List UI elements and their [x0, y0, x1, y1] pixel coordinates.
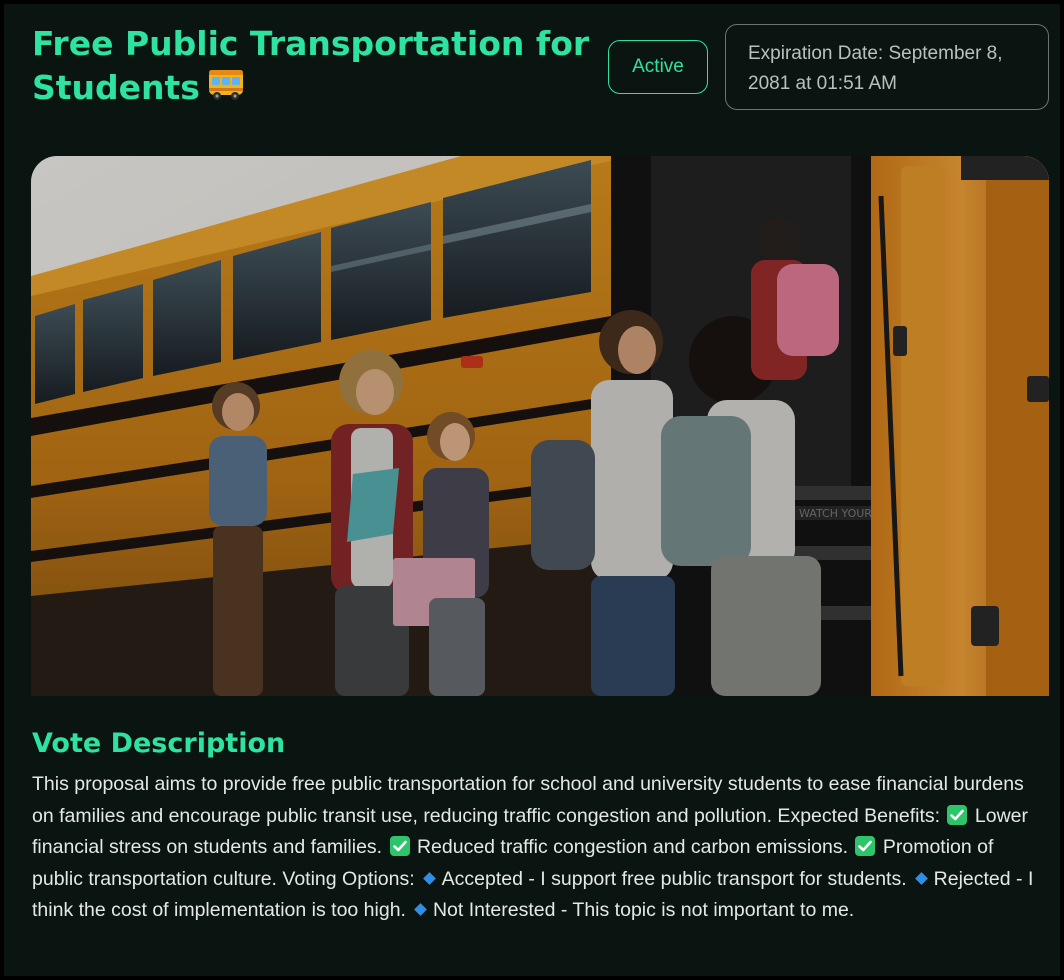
description-intro: This proposal aims to provide free publi…	[32, 773, 1024, 827]
title-text: Free Public Transportation for Students	[32, 24, 590, 107]
hero-image: WATCH YOUR ST	[31, 156, 1049, 696]
benefit-item: Reduced traffic congestion and carbon em…	[416, 836, 849, 858]
option-item: Accepted - I support free public transpo…	[441, 867, 907, 890]
voting-options-label: Voting Options:	[282, 867, 415, 890]
vote-description-text: This proposal aims to provide free publi…	[32, 769, 1042, 927]
check-icon	[855, 835, 876, 856]
bus-icon	[206, 68, 246, 113]
check-icon	[947, 804, 968, 825]
expiration-date: Expiration Date: September 8, 2081 at 01…	[725, 24, 1049, 110]
diamond-icon	[422, 871, 436, 885]
proposal-header: Free Public Transportation for Students …	[4, 4, 1060, 149]
school-bus-photo: WATCH YOUR ST	[31, 156, 1049, 696]
proposal-screen: Free Public Transportation for Students …	[4, 4, 1060, 976]
status-badge: Active	[608, 40, 708, 94]
check-icon	[389, 835, 410, 856]
option-item: Not Interested - This topic is not impor…	[432, 899, 855, 921]
page-title: Free Public Transportation for Students	[32, 22, 602, 113]
vote-description-heading: Vote Description	[32, 728, 286, 759]
diamond-icon	[914, 871, 928, 885]
diamond-icon	[414, 903, 427, 916]
